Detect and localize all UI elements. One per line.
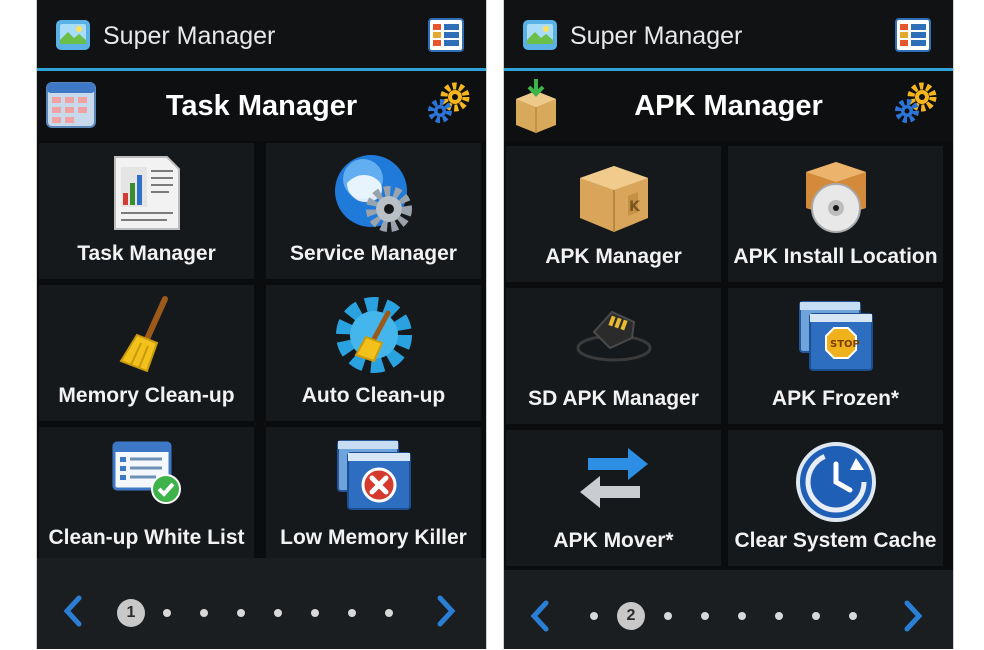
tile-label: Clear System Cache xyxy=(734,529,937,552)
box-disc-icon xyxy=(796,162,876,240)
gear-broom-icon xyxy=(334,297,414,379)
chevron-right-icon[interactable] xyxy=(436,595,456,632)
tile-label: Service Manager xyxy=(290,242,457,265)
app-title: Super Manager xyxy=(103,22,276,50)
app-logo-icon xyxy=(522,18,558,57)
tile-label: Task Manager xyxy=(77,242,216,265)
page-title: Task Manager xyxy=(165,90,358,122)
page-dot[interactable] xyxy=(590,612,598,620)
sd-card-icon xyxy=(572,310,656,372)
tile-label: Auto Clean-up xyxy=(301,384,446,407)
page-dot[interactable] xyxy=(311,609,319,617)
section-header: Task Manager xyxy=(37,71,486,141)
page-dot-current[interactable]: 1 xyxy=(117,599,145,627)
page-dot[interactable] xyxy=(348,609,356,617)
windows-close-icon xyxy=(332,440,416,521)
broom-icon xyxy=(117,296,177,379)
section-header: APK Manager xyxy=(504,71,953,141)
tile-label: APK Mover* xyxy=(553,529,674,552)
chevron-left-icon[interactable] xyxy=(63,595,83,632)
tile-auto-clean-up[interactable]: Auto Clean-up xyxy=(266,285,481,421)
tile-label: SD APK Manager xyxy=(528,387,699,410)
list-check-icon xyxy=(110,441,184,511)
tile-clear-system-cache[interactable]: Clear System Cache xyxy=(728,430,943,566)
chevron-left-icon[interactable] xyxy=(530,600,550,637)
app-logo-icon xyxy=(55,18,91,57)
page-dot[interactable] xyxy=(812,612,820,620)
chevron-right-icon[interactable] xyxy=(903,600,923,637)
tile-sd-apk-manager[interactable]: SD APK Manager xyxy=(506,288,721,424)
tile-label: APK Frozen* xyxy=(771,387,900,410)
tile-apk-install-location[interactable]: APK Install Location xyxy=(728,146,943,282)
tile-apk-manager[interactable]: K APK Manager xyxy=(506,146,721,282)
swap-arrows-icon xyxy=(574,448,654,520)
page-dot[interactable] xyxy=(775,612,783,620)
tile-clean-up-white-list[interactable]: Clean-up White List xyxy=(39,427,254,563)
windows-stop-icon: STOP xyxy=(794,301,878,382)
clock-refresh-icon xyxy=(794,442,878,528)
action-bar: Super Manager xyxy=(37,0,486,68)
page-indicator-bar: 2 xyxy=(504,570,953,649)
page-dot[interactable] xyxy=(163,609,171,617)
tile-label: Memory Clean-up xyxy=(58,384,235,407)
page-dot[interactable] xyxy=(200,609,208,617)
page-dot[interactable] xyxy=(664,612,672,620)
list-menu-icon[interactable] xyxy=(895,18,931,57)
phone-screen-apk-manager: Super Manager APK Manager K APK Manager … xyxy=(503,0,954,649)
tile-label: Low Memory Killer xyxy=(280,526,467,549)
page-dot[interactable] xyxy=(237,609,245,617)
tile-label: Clean-up White List xyxy=(48,526,245,549)
tile-apk-mover[interactable]: APK Mover* xyxy=(506,430,721,566)
list-menu-icon[interactable] xyxy=(428,18,464,57)
tile-low-memory-killer[interactable]: Low Memory Killer xyxy=(266,427,481,563)
page-title: APK Manager xyxy=(634,90,823,122)
svg-text:K: K xyxy=(629,199,641,215)
svg-text:STOP: STOP xyxy=(830,339,860,350)
page-dot-current[interactable]: 2 xyxy=(617,602,645,630)
tile-label: APK Manager xyxy=(545,245,682,268)
settings-gears-icon[interactable] xyxy=(426,80,472,131)
phone-screen-task-manager: Super Manager Task Manager Task Manager … xyxy=(36,0,487,649)
page-dot[interactable] xyxy=(385,609,393,617)
app-title: Super Manager xyxy=(570,22,743,50)
tile-task-manager[interactable]: Task Manager xyxy=(39,143,254,279)
page-dot[interactable] xyxy=(738,612,746,620)
tile-apk-frozen[interactable]: STOP APK Frozen* xyxy=(728,288,943,424)
package-box-icon: K xyxy=(574,166,654,240)
tile-memory-clean-up[interactable]: Memory Clean-up xyxy=(39,285,254,421)
globe-gear-icon xyxy=(333,155,415,239)
page-indicator-bar: 1 xyxy=(37,558,486,649)
page-dot[interactable] xyxy=(849,612,857,620)
action-bar: Super Manager xyxy=(504,0,953,68)
report-document-icon xyxy=(109,156,185,237)
tile-service-manager[interactable]: Service Manager xyxy=(266,143,481,279)
page-dot[interactable] xyxy=(274,609,282,617)
page-dot[interactable] xyxy=(701,612,709,620)
settings-gears-icon[interactable] xyxy=(893,80,939,131)
tile-label: APK Install Location xyxy=(733,245,938,268)
